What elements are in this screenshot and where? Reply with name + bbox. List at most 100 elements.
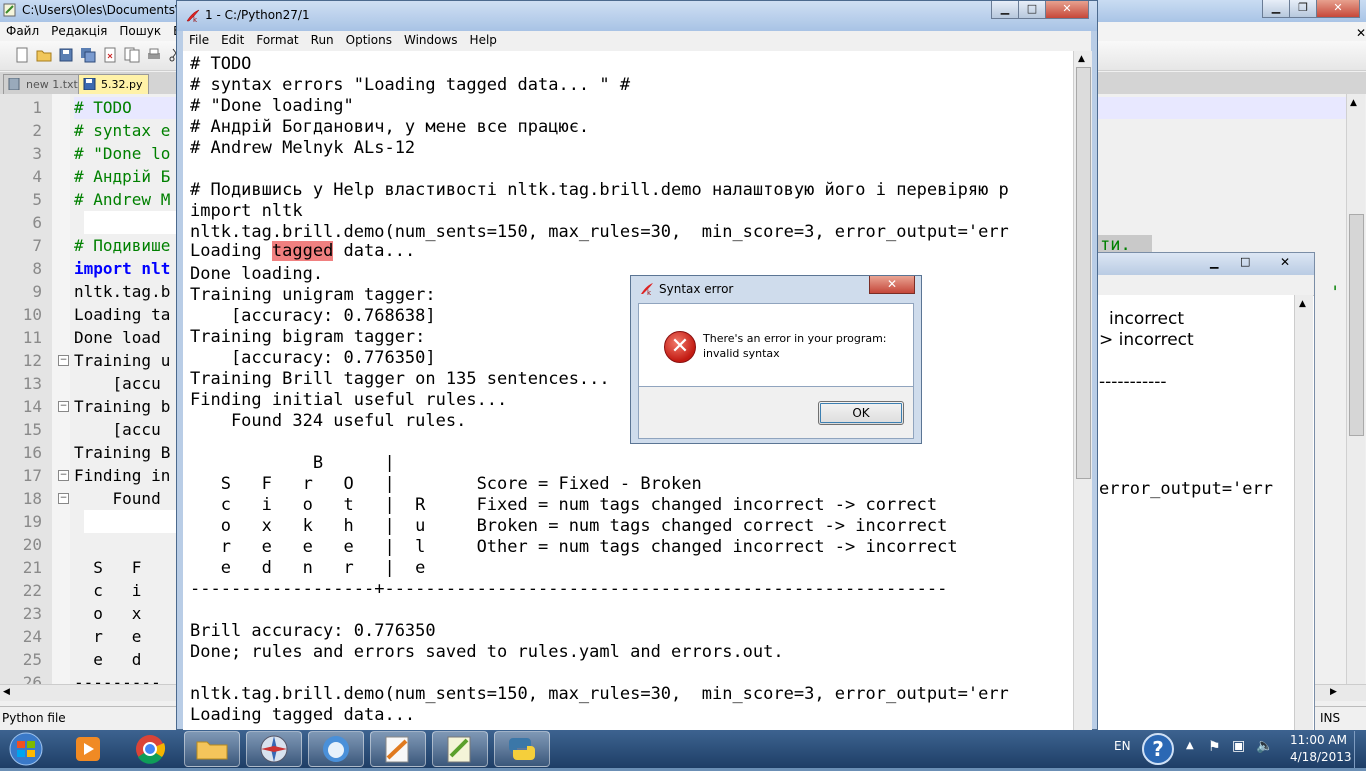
dialog-titlebar[interactable]: k Syntax error ✕ xyxy=(631,276,921,302)
menu-run[interactable]: Run xyxy=(305,31,340,47)
close-icon[interactable]: ✕ xyxy=(869,276,915,294)
menu-format[interactable]: Format xyxy=(250,31,304,47)
svg-text:k: k xyxy=(193,16,198,23)
close-file-icon[interactable] xyxy=(102,47,118,63)
tk-feather-icon: k xyxy=(641,283,653,296)
save-icon[interactable] xyxy=(58,47,74,63)
taskbar-python-installer[interactable] xyxy=(246,731,302,767)
menu-help[interactable]: Help xyxy=(464,31,503,47)
language-indicator[interactable]: EN xyxy=(1114,739,1131,753)
menu-file[interactable]: File xyxy=(183,31,215,47)
shell-vertical-scrollbar[interactable]: ▲ xyxy=(1294,295,1313,731)
fold-toggle-icon[interactable]: − xyxy=(58,470,69,481)
code-line: import nlt xyxy=(74,259,171,278)
tab-label: new 1.txt xyxy=(26,78,78,91)
new-file-icon[interactable] xyxy=(14,47,30,63)
fold-toggle-icon[interactable]: − xyxy=(58,355,69,366)
scroll-thumb[interactable] xyxy=(1349,214,1364,436)
taskbar-notepadpp[interactable] xyxy=(432,731,488,767)
network-icon[interactable]: ▣ xyxy=(1232,738,1245,754)
taskbar-editor[interactable] xyxy=(370,731,426,767)
menu-edit[interactable]: Редакція xyxy=(45,22,113,38)
idle-line: # Подившись у Help властивості nltk.tag.… xyxy=(190,180,1009,200)
minimize-icon[interactable]: ▁ xyxy=(1210,256,1218,269)
action-center-icon[interactable]: ⚑ xyxy=(1208,739,1221,755)
menu-windows[interactable]: Windows xyxy=(398,31,464,47)
scroll-thumb[interactable] xyxy=(1076,67,1091,479)
close-icon[interactable]: ✕ xyxy=(1316,0,1360,18)
close-all-icon[interactable] xyxy=(124,47,140,63)
fold-margin xyxy=(52,94,70,688)
taskbar-app[interactable] xyxy=(308,731,364,767)
help-icon[interactable]: ? xyxy=(1142,733,1174,765)
save-all-icon[interactable] xyxy=(80,47,96,63)
taskbar-chrome[interactable] xyxy=(122,731,178,767)
close-icon[interactable]: ✕ xyxy=(1280,255,1290,269)
scroll-up-icon[interactable]: ▲ xyxy=(1299,299,1306,309)
ok-button[interactable]: OK xyxy=(818,401,904,425)
shell-output-line: error_output='err xyxy=(1099,479,1273,499)
clock-time[interactable]: 11:00 AM xyxy=(1290,733,1347,747)
line-number: 10 xyxy=(22,305,42,324)
notepadpp-icon xyxy=(3,3,16,17)
menu-search[interactable]: Пошук xyxy=(113,22,167,38)
line-number: 16 xyxy=(22,443,42,462)
scroll-left-icon[interactable]: ◀ xyxy=(3,687,10,697)
maximize-icon[interactable]: □ xyxy=(1240,255,1250,268)
code-line: S F xyxy=(74,558,142,577)
close-document-icon[interactable]: ✕ xyxy=(1350,24,1366,40)
menu-edit[interactable]: Edit xyxy=(215,31,250,47)
taskbar-media-player[interactable] xyxy=(60,731,116,767)
python-icon xyxy=(509,738,535,760)
clock-date[interactable]: 4/18/2013 xyxy=(1290,750,1352,764)
close-icon[interactable]: ✕ xyxy=(1045,1,1089,19)
save-icon xyxy=(83,78,96,90)
line-number: 3 xyxy=(32,144,42,163)
show-hidden-icons-icon[interactable]: ▲ xyxy=(1186,740,1194,751)
idle-title: 1 - C:/Python27/1 xyxy=(205,8,310,22)
idle-line: nltk.tag.brill.demo(num_sents=150, max_r… xyxy=(190,684,1009,704)
shell-titlebar[interactable]: ▁ □ ✕ xyxy=(1098,253,1314,275)
code-line: o x xyxy=(74,604,142,623)
restore-icon[interactable]: ❐ xyxy=(1289,0,1317,18)
line-number: 7 xyxy=(32,236,42,255)
volume-icon[interactable]: 🔈 xyxy=(1256,738,1273,754)
notepadpp-vertical-scrollbar[interactable]: ▲ xyxy=(1346,94,1365,688)
selection-block xyxy=(84,510,178,533)
folder-icon xyxy=(196,741,228,760)
svg-text:k: k xyxy=(647,289,652,296)
open-file-icon[interactable] xyxy=(36,47,52,63)
idle-text-area[interactable]: # TODO # syntax errors "Loading tagged da… xyxy=(183,51,1073,731)
code-line: c i xyxy=(74,581,142,600)
dialog-message-line1: There's an error in your program: xyxy=(703,332,887,345)
print-icon[interactable] xyxy=(146,47,162,63)
taskbar-explorer[interactable] xyxy=(184,731,240,767)
scroll-up-icon[interactable]: ▲ xyxy=(1350,98,1357,108)
minimize-icon[interactable]: ▁ xyxy=(1262,0,1290,18)
idle-vertical-scrollbar[interactable]: ▲ xyxy=(1073,51,1092,731)
syntax-error-dialog: k Syntax error ✕ ✕ There's an error in y… xyxy=(630,275,922,444)
start-button[interactable] xyxy=(4,731,48,767)
tab-label: 5.32.py xyxy=(101,78,143,91)
minimize-icon[interactable]: ▁ xyxy=(991,1,1019,19)
idle-titlebar[interactable]: k 1 - C:/Python27/1 ▁ □ ✕ xyxy=(177,1,1097,31)
shell-text-area[interactable] xyxy=(1098,295,1294,731)
idle-line: r e e e | l Other = num tags changed inc… xyxy=(190,537,958,557)
scroll-up-icon[interactable]: ▲ xyxy=(1078,54,1085,64)
taskbar-python[interactable] xyxy=(494,731,550,767)
menu-options[interactable]: Options xyxy=(340,31,398,47)
maximize-icon[interactable]: □ xyxy=(1018,1,1046,19)
menu-file[interactable]: Файл xyxy=(0,22,45,38)
tab-5-32-py[interactable]: 5.32.py xyxy=(78,74,150,94)
tab-new-1-txt[interactable]: new 1.txt xyxy=(3,74,85,94)
line-number: 24 xyxy=(22,627,42,646)
idle-line: c i o t | R Fixed = num tags changed inc… xyxy=(190,495,938,515)
fold-toggle-icon[interactable]: − xyxy=(58,401,69,412)
error-icon: ✕ xyxy=(664,331,696,363)
scroll-right-icon[interactable]: ▶ xyxy=(1330,687,1337,697)
code-line: e d xyxy=(74,650,142,669)
notepadpp-overflow-text: ' xyxy=(1330,283,1341,303)
fold-toggle-icon[interactable]: − xyxy=(58,493,69,504)
show-desktop-button[interactable] xyxy=(1354,731,1366,768)
code-line: # TODO xyxy=(74,98,132,117)
